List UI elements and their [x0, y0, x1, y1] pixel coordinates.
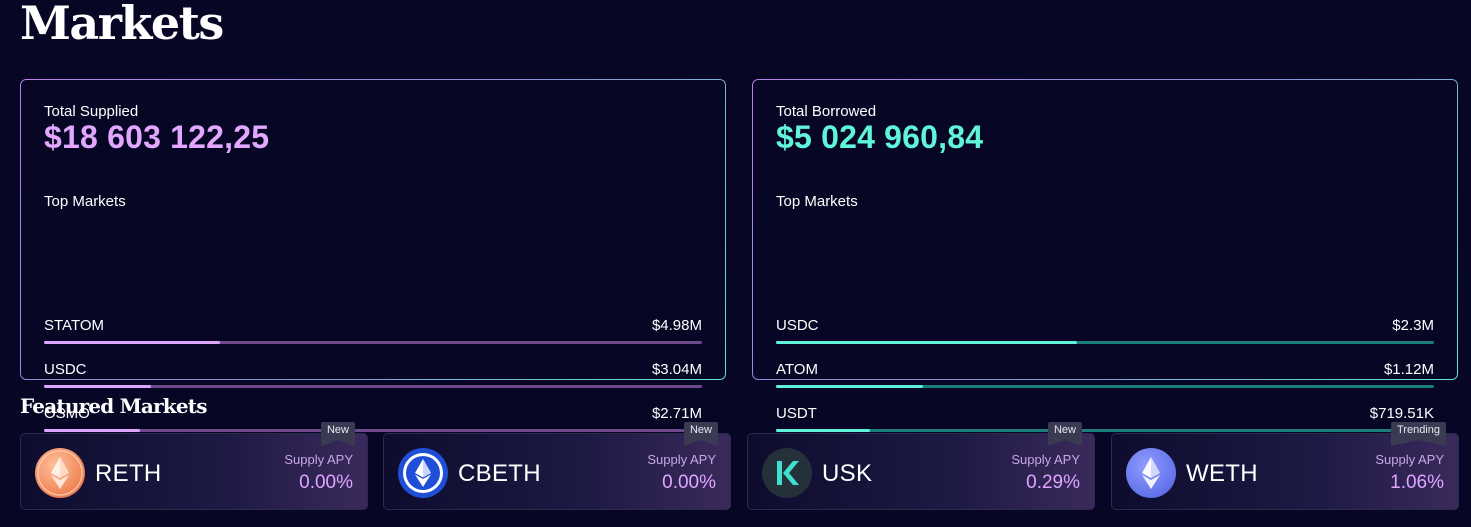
supply-apy-label: Supply APY: [1011, 452, 1080, 467]
featured-market-card-weth[interactable]: Trending WETH Supply APY 1.06%: [1111, 422, 1459, 510]
borrowed-top-markets-label: Top Markets: [776, 193, 858, 210]
featured-market-card-reth[interactable]: New RETH Supply APY 0.00%: [20, 422, 368, 510]
weth-icon: [1126, 448, 1176, 498]
market-share-fill: [776, 341, 1078, 344]
supply-apy-label: Supply APY: [1375, 452, 1444, 467]
featured-market-card-usk[interactable]: New USK Supply APY 0.29%: [747, 422, 1095, 510]
market-share-bar: [776, 429, 1434, 432]
cbeth-icon: [398, 448, 448, 498]
total-supplied-label: Total Supplied: [44, 103, 139, 120]
borrowed-market-row[interactable]: USDC $2.3M: [776, 317, 1434, 357]
market-value: $3.04M: [651, 361, 702, 378]
market-value: $1.12M: [1383, 361, 1434, 378]
market-name: STATOM: [44, 317, 104, 334]
market-value: $4.98M: [651, 317, 702, 334]
market-name: USDC: [44, 361, 87, 378]
market-share-bar: [776, 385, 1434, 388]
supply-apy-value: 0.29%: [1026, 472, 1080, 493]
total-borrowed-value: $5 024 960,84: [776, 119, 984, 155]
market-share-fill: [776, 385, 923, 388]
market-value: $2.3M: [1392, 317, 1434, 334]
token-name: CBETH: [458, 460, 541, 487]
market-share-fill: [44, 429, 141, 432]
borrowed-market-row[interactable]: ATOM $1.12M: [776, 361, 1434, 401]
total-supplied-panel: Total Supplied $18 603 122,25 Top Market…: [20, 79, 726, 432]
market-share-bar: [44, 341, 702, 344]
supply-apy-value: 0.00%: [662, 472, 716, 493]
market-value: $2.71M: [651, 405, 702, 422]
page-title: Markets: [20, 0, 224, 50]
market-name: USDC: [776, 317, 819, 334]
total-borrowed-label: Total Borrowed: [776, 103, 877, 120]
market-name: ATOM: [776, 361, 818, 378]
markets-page: Markets Total Supplied $18 603 122,25 To…: [0, 0, 1471, 527]
supply-apy-label: Supply APY: [647, 452, 716, 467]
card-badge: Trending: [1390, 422, 1447, 446]
market-share-bar: [44, 385, 702, 388]
supply-apy-value: 0.00%: [299, 472, 353, 493]
supply-apy-label: Supply APY: [284, 452, 353, 467]
market-share-fill: [776, 429, 871, 432]
featured-market-card-cbeth[interactable]: New CBETH Supply APY 0.00%: [383, 422, 731, 510]
usk-icon: [762, 448, 812, 498]
market-share-fill: [44, 341, 221, 344]
market-value: $719.51K: [1369, 405, 1434, 422]
supplied-top-markets-label: Top Markets: [44, 193, 126, 210]
supplied-market-row[interactable]: STATOM $4.98M: [44, 317, 702, 357]
market-share-bar: [776, 341, 1434, 344]
token-name: RETH: [95, 460, 162, 487]
total-supplied-value: $18 603 122,25: [44, 119, 270, 155]
token-name: USK: [822, 460, 873, 487]
token-name: WETH: [1186, 460, 1258, 487]
featured-markets-title: Featured Markets: [20, 394, 208, 418]
market-share-bar: [44, 429, 702, 432]
card-badge: New: [683, 422, 719, 446]
total-borrowed-panel: Total Borrowed $5 024 960,84 Top Markets…: [752, 79, 1458, 432]
market-name: USDT: [776, 405, 817, 422]
card-badge: New: [320, 422, 356, 446]
market-share-fill: [44, 385, 152, 388]
reth-icon: [35, 448, 85, 498]
card-badge: New: [1047, 422, 1083, 446]
supply-apy-value: 1.06%: [1390, 472, 1444, 493]
